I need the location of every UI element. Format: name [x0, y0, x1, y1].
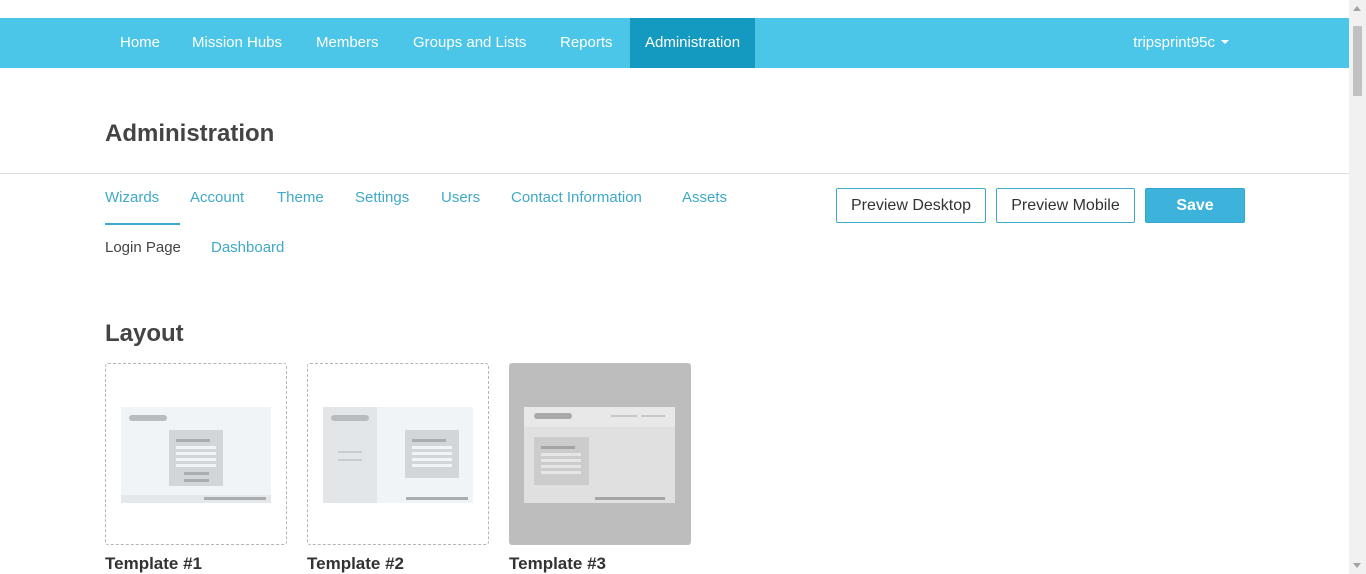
top-navbar: Home Mission Hubs Members Groups and Lis… [0, 18, 1349, 68]
nav-administration[interactable]: Administration [630, 18, 756, 68]
nav-mission-hubs[interactable]: Mission Hubs [177, 18, 297, 68]
tab-contact-information[interactable]: Contact Information [511, 189, 642, 206]
active-tab-indicator [105, 223, 180, 225]
preview-desktop-button[interactable]: Preview Desktop [836, 188, 986, 223]
tab-settings[interactable]: Settings [355, 189, 409, 206]
tab-dashboard[interactable]: Dashboard [211, 239, 284, 256]
template-2-label: Template #2 [307, 554, 405, 573]
nav-home[interactable]: Home [105, 18, 175, 68]
header-divider [0, 173, 1349, 174]
tab-account[interactable]: Account [190, 189, 244, 206]
template-3-label: Template #3 [509, 554, 607, 573]
scroll-up-icon[interactable] [1353, 6, 1361, 11]
tab-theme[interactable]: Theme [277, 189, 324, 206]
nav-groups-and-lists[interactable]: Groups and Lists [398, 18, 541, 68]
nav-members[interactable]: Members [301, 18, 394, 68]
page-title: Administration [105, 120, 275, 147]
user-name: tripsprint95c [1133, 34, 1215, 51]
save-button[interactable]: Save [1145, 188, 1245, 223]
tab-wizards[interactable]: Wizards [105, 189, 159, 206]
page-scrollbar[interactable] [1349, 0, 1366, 574]
tab-users[interactable]: Users [441, 189, 480, 206]
caret-down-icon [1221, 40, 1229, 45]
tab-assets[interactable]: Assets [682, 189, 727, 206]
template-2-card[interactable] [307, 363, 489, 545]
template-1-label: Template #1 [105, 554, 203, 573]
user-menu[interactable]: tripsprint95c [1133, 18, 1229, 68]
scroll-down-icon[interactable] [1353, 563, 1361, 568]
tab-login-page[interactable]: Login Page [105, 239, 181, 256]
layout-section-title: Layout [105, 320, 184, 347]
template-3-card[interactable] [509, 363, 691, 545]
scroll-thumb[interactable] [1353, 26, 1362, 96]
template-1-card[interactable] [105, 363, 287, 545]
preview-mobile-button[interactable]: Preview Mobile [996, 188, 1135, 223]
template-sidebar-icon [323, 407, 473, 503]
template-centered-icon [121, 407, 271, 503]
nav-reports[interactable]: Reports [545, 18, 628, 68]
template-header-icon [524, 407, 675, 503]
